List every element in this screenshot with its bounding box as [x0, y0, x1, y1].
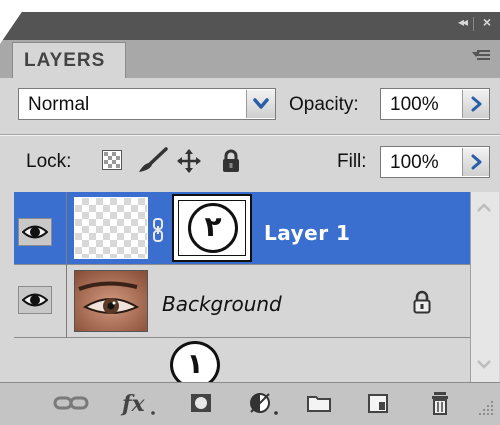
close-icon[interactable]: ×: [483, 14, 491, 30]
lock-transparent-pixels-icon[interactable]: [102, 150, 122, 170]
corner-cutout: [0, 0, 30, 44]
layer-style-fx-icon[interactable]: fx: [120, 388, 164, 418]
layer-name-layer-1[interactable]: Layer 1: [264, 221, 350, 245]
svg-text:fx: fx: [120, 391, 145, 417]
collapse-icon[interactable]: ◂◂: [458, 15, 468, 29]
opacity-slider-arrow-icon[interactable]: [462, 90, 489, 118]
add-layer-mask-icon[interactable]: [184, 388, 218, 418]
group-folder-icon[interactable]: [304, 388, 334, 418]
options-divider-highlight: [0, 135, 500, 136]
link-layers-icon[interactable]: [52, 388, 90, 418]
mask-link-chain-icon[interactable]: [152, 218, 164, 242]
layer-name-background[interactable]: Background: [162, 292, 282, 316]
panel-menu-icon[interactable]: [472, 50, 490, 64]
annotation-number-2: ٢: [204, 210, 222, 243]
new-layer-icon[interactable]: [364, 388, 392, 418]
opacity-value: 100%: [390, 94, 439, 115]
layer-locked-icon: [412, 290, 432, 314]
scroll-down-icon[interactable]: [472, 352, 496, 376]
panel-title-bar: [0, 12, 500, 40]
trash-icon[interactable]: [426, 388, 454, 418]
scroll-up-icon[interactable]: [472, 196, 496, 220]
eye-icon[interactable]: [21, 290, 49, 310]
eye-icon[interactable]: [21, 222, 49, 242]
lock-position-move-icon[interactable]: [176, 148, 202, 174]
blend-mode-value: Normal: [28, 94, 90, 115]
lock-all-icon[interactable]: [220, 149, 242, 173]
fill-label: Fill:: [337, 151, 367, 172]
layer-thumbnail-eye-photo[interactable]: [74, 270, 148, 332]
opacity-label: Opacity:: [289, 94, 359, 115]
lock-label: Lock:: [26, 151, 72, 172]
resize-grip-icon[interactable]: [474, 396, 496, 418]
chevron-down-icon[interactable]: [246, 90, 275, 118]
title-separator: [473, 17, 474, 31]
lock-image-pixels-brush-icon[interactable]: [136, 146, 170, 174]
row-divider: [66, 264, 67, 338]
layer-thumbnail-transparent[interactable]: [74, 197, 148, 259]
adjustment-layer-icon[interactable]: [244, 388, 284, 418]
row-divider: [66, 192, 67, 264]
fill-slider-arrow-icon[interactable]: [462, 148, 489, 176]
fill-value: 100%: [390, 152, 439, 173]
tab-layers-label: LAYERS: [24, 50, 106, 71]
